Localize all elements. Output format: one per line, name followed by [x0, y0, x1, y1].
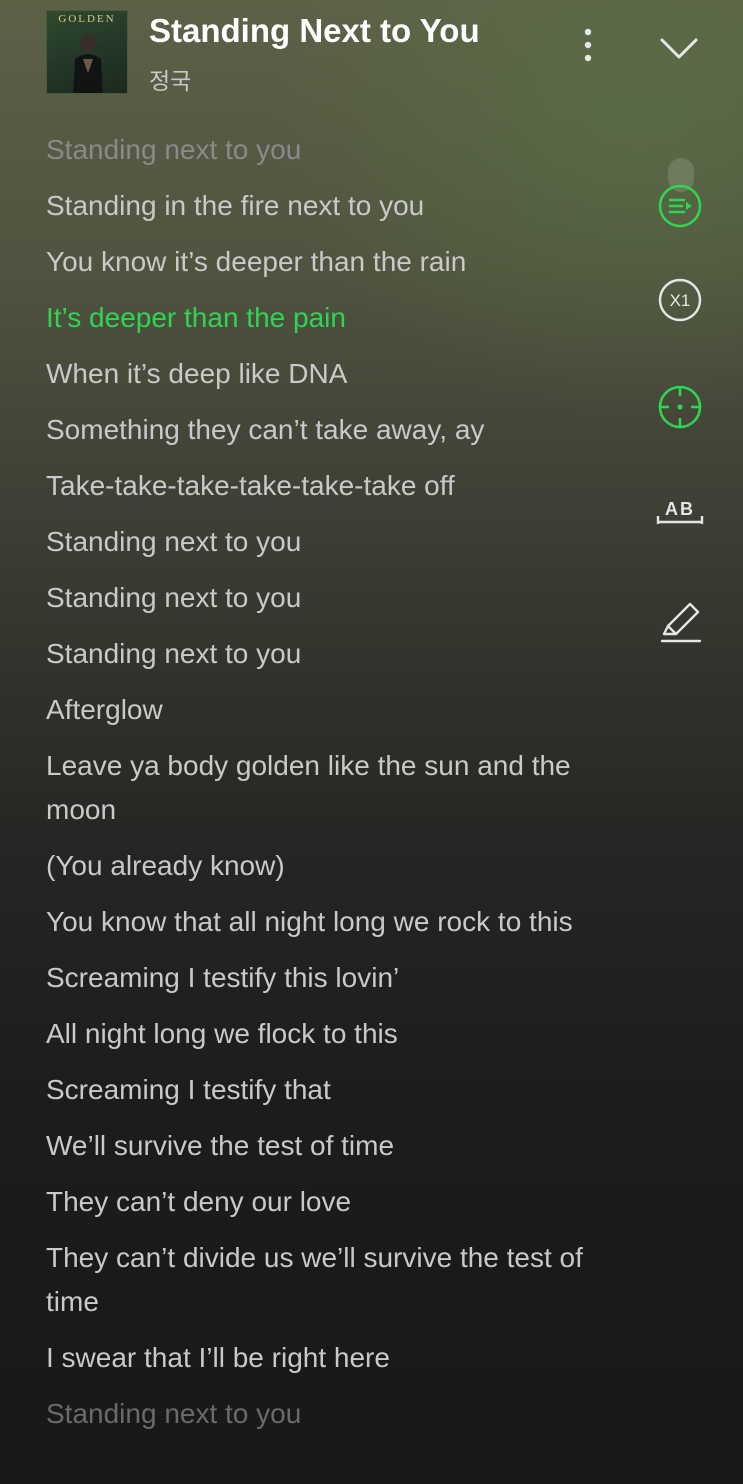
highlight-button[interactable]: [656, 596, 706, 651]
lyric-line[interactable]: Something they can’t take away, ay: [46, 408, 606, 452]
autoscroll-icon: [658, 184, 702, 228]
sync-position-button[interactable]: [656, 383, 704, 436]
lyric-line[interactable]: They can’t deny our love: [46, 1180, 606, 1224]
lyric-line[interactable]: I swear that I’ll be right here: [46, 1336, 606, 1380]
lyric-line-current[interactable]: It’s deeper than the pain: [46, 296, 606, 340]
lyric-line[interactable]: Standing next to you: [46, 576, 606, 620]
playback-speed-button[interactable]: X1: [656, 276, 704, 329]
album-art[interactable]: GOLDEN: [46, 10, 128, 94]
lyric-line[interactable]: You know that all night long we rock to …: [46, 900, 606, 944]
speed-x1-icon: X1: [658, 278, 702, 322]
lyrics-list[interactable]: Standing next to you Standing in the fire…: [46, 128, 606, 1448]
ab-repeat-icon: AB: [656, 499, 704, 524]
artist-name[interactable]: 정국: [149, 62, 191, 96]
lyric-line[interactable]: They can’t divide us we’ll survive the t…: [46, 1236, 606, 1324]
song-title: Standing Next to You: [149, 12, 480, 49]
lyric-line[interactable]: Standing next to you: [46, 128, 606, 172]
lyric-line[interactable]: All night long we flock to this: [46, 1012, 606, 1056]
album-figure-image: [73, 34, 103, 93]
ab-label: AB: [665, 499, 695, 519]
crosshair-sync-icon: [658, 385, 702, 429]
album-art-text: GOLDEN: [58, 13, 116, 25]
lyric-line[interactable]: Standing next to you: [46, 520, 606, 564]
lyric-line[interactable]: When it’s deep like DNA: [46, 352, 606, 396]
lyric-line[interactable]: Screaming I testify this lovin’: [46, 956, 606, 1000]
lyric-line[interactable]: Standing next to you: [46, 632, 606, 676]
lyric-line[interactable]: Screaming I testify that: [46, 1068, 606, 1112]
lyric-line[interactable]: Standing next to you: [46, 1392, 606, 1436]
lyric-line[interactable]: Afterglow: [46, 688, 606, 732]
chevron-down-icon: [660, 38, 698, 59]
player-header: GOLDEN Standing Next to You 정국: [0, 0, 743, 110]
autoscroll-button[interactable]: [656, 182, 704, 235]
lyric-line[interactable]: Leave ya body golden like the sun and th…: [46, 744, 606, 832]
ab-repeat-button[interactable]: AB: [654, 494, 706, 539]
more-vertical-icon: [584, 28, 592, 62]
lyric-line[interactable]: You know it’s deeper than the rain: [46, 240, 606, 284]
lyric-line[interactable]: Take-take-take-take-take-take off: [46, 464, 606, 508]
lyric-line[interactable]: (You already know): [46, 844, 606, 888]
lyric-line[interactable]: We’ll survive the test of time: [46, 1124, 606, 1168]
speed-label: X1: [670, 291, 691, 310]
collapse-button[interactable]: [656, 30, 702, 66]
more-options-button[interactable]: [570, 26, 606, 66]
highlighter-icon: [660, 602, 702, 643]
lyric-line[interactable]: Standing in the fire next to you: [46, 184, 606, 228]
